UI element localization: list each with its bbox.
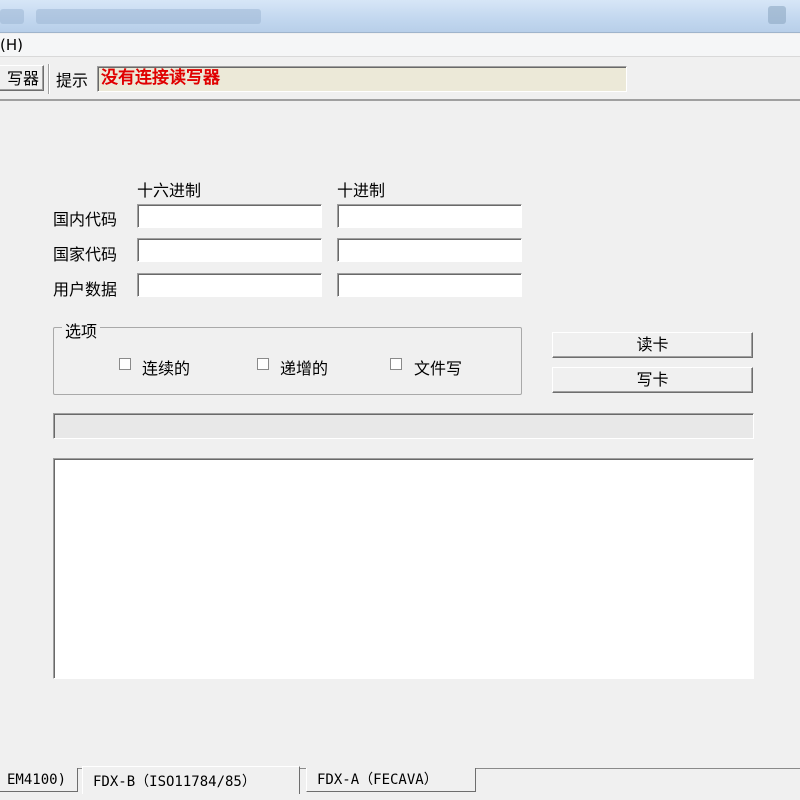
country-code-label: 国家代码 <box>53 245 118 264</box>
domestic-code-label: 国内代码 <box>53 210 118 229</box>
file-write-label[interactable]: 文件写 <box>414 355 462 379</box>
country-code-dec-input[interactable] <box>337 238 522 262</box>
hint-status-field: 没有连接读写器 <box>97 66 627 92</box>
title-blur-segment <box>36 9 261 24</box>
toolbar-separator <box>48 64 50 94</box>
write-card-button[interactable]: 写卡 <box>552 367 753 393</box>
user-data-label: 用户数据 <box>53 280 118 299</box>
progress-bar <box>53 413 754 439</box>
continuous-label[interactable]: 连续的 <box>142 355 190 379</box>
options-group-title: 选项 <box>62 318 101 342</box>
dec-column-header: 十进制 <box>337 181 386 200</box>
increment-label[interactable]: 递增的 <box>280 355 328 379</box>
domestic-code-hex-input[interactable] <box>137 204 322 228</box>
user-data-hex-input[interactable] <box>137 273 322 297</box>
continuous-checkbox[interactable] <box>119 358 131 370</box>
increment-checkbox[interactable] <box>257 358 269 370</box>
tab-fdx-a[interactable]: FDX-A（FECAVA） <box>306 768 476 792</box>
user-data-dec-input[interactable] <box>337 273 522 297</box>
tab-em4100[interactable]: EM4100) <box>0 768 78 792</box>
tab-fdx-b[interactable]: FDX-B（ISO11784/85） <box>82 766 300 794</box>
domestic-code-dec-input[interactable] <box>337 204 522 228</box>
window-title-bar[interactable] <box>0 0 800 33</box>
file-write-checkbox[interactable] <box>390 358 402 370</box>
title-blur-segment <box>0 9 24 24</box>
window-control-icon[interactable] <box>768 6 786 24</box>
reader-button[interactable]: 写器 <box>0 65 44 91</box>
country-code-hex-input[interactable] <box>137 238 322 262</box>
menu-item-help[interactable]: (H) <box>0 36 23 54</box>
hint-label: 提示 <box>56 71 89 90</box>
menu-bar: (H) <box>0 34 800 57</box>
hex-column-header: 十六进制 <box>137 181 202 200</box>
log-output-area[interactable] <box>53 458 754 679</box>
read-card-button[interactable]: 读卡 <box>552 332 753 358</box>
